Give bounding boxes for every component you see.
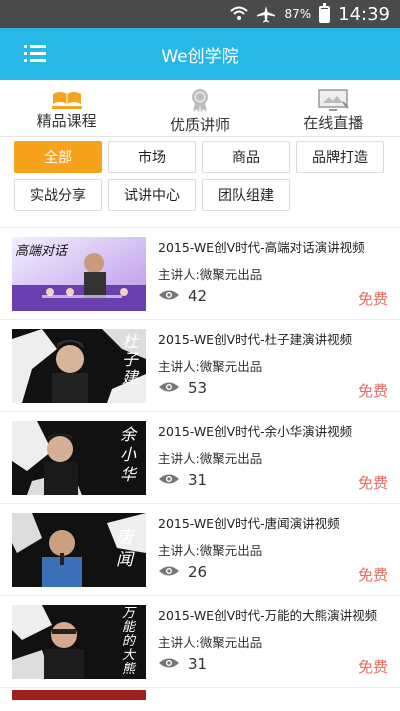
menu-icon[interactable] xyxy=(24,44,46,64)
course-item[interactable]: 高端对话 2015-WE创V时代-高端对话演讲视频 主讲人:微聚元出品 42 免… xyxy=(0,228,400,320)
filter-chips: 全部 市场 商品 品牌打造 实战分享 试讲中心 团队组建 xyxy=(0,141,400,217)
course-item[interactable]: 万能的大熊 2015-WE创V时代-万能的大熊演讲视频 主讲人:微聚元出品 31… xyxy=(0,596,400,688)
view-count: 42 xyxy=(158,287,388,305)
category-nav: 精品课程 优质讲师 在线直播 xyxy=(0,80,400,136)
course-thumbnail: 高端对话 xyxy=(12,236,146,311)
category-label: 精品课程 xyxy=(36,112,97,130)
thumbnail-caption: 万能的大熊 xyxy=(122,605,136,677)
price-label: 免费 xyxy=(357,381,388,400)
filter-chip-branding[interactable]: 品牌打造 xyxy=(296,141,384,173)
battery-icon xyxy=(319,2,331,23)
price-label: 免费 xyxy=(357,657,388,676)
course-title: 2015-WE创V时代-余小华演讲视频 xyxy=(158,423,353,439)
thumbnail-caption: 杜子建 xyxy=(122,331,139,387)
course-title: 2015-WE创V时代-高端对话演讲视频 xyxy=(158,239,365,255)
course-title: 2015-WE创V时代-杜子建演讲视频 xyxy=(158,331,353,347)
course-title: 2015-WE创V时代-唐闻演讲视频 xyxy=(158,515,340,531)
filter-chip-trial[interactable]: 试讲中心 xyxy=(108,179,196,211)
course-info: 2015-WE创V时代-万能的大熊演讲视频 主讲人:微聚元出品 31 免费 xyxy=(158,605,388,679)
filter-row: 实战分享 试讲中心 团队组建 xyxy=(14,179,386,211)
course-speaker: 主讲人:微聚元出品 xyxy=(158,542,263,558)
course-speaker: 主讲人:微聚元出品 xyxy=(158,450,263,466)
course-info: 2015-WE创V时代-唐闻演讲视频 主讲人:微聚元出品 26 免费 xyxy=(158,513,388,587)
course-thumbnail: 杜子建 xyxy=(12,328,146,403)
course-title: 2015-WE创V时代-万能的大熊演讲视频 xyxy=(158,607,378,623)
filter-chip-all[interactable]: 全部 xyxy=(14,141,102,173)
app-bar: We创学院 xyxy=(0,28,400,80)
category-label: 优质讲师 xyxy=(169,116,230,134)
books-icon xyxy=(51,88,83,110)
course-speaker: 主讲人:微聚元出品 xyxy=(158,634,263,650)
status-bar: 87% 14:39 xyxy=(0,0,400,28)
divider xyxy=(0,136,400,137)
thumbnail-caption: 唐闻 xyxy=(116,527,133,570)
price-label: 免费 xyxy=(357,289,388,308)
view-count-value: 31 xyxy=(188,470,208,489)
course-item[interactable]: 唐闻 2015-WE创V时代-唐闻演讲视频 主讲人:微聚元出品 26 免费 xyxy=(0,504,400,596)
view-count: 31 xyxy=(158,471,388,489)
price-label: 免费 xyxy=(357,473,388,492)
price-label: 免费 xyxy=(357,565,388,584)
course-thumbnail: 万能的大熊 xyxy=(12,604,146,679)
filter-chip-market[interactable]: 市场 xyxy=(108,141,196,173)
course-item[interactable]: 杜子建 2015-WE创V时代-杜子建演讲视频 主讲人:微聚元出品 53 免费 xyxy=(0,320,400,412)
eye-icon xyxy=(158,287,180,305)
view-count: 26 xyxy=(158,563,388,581)
wifi-icon xyxy=(230,6,249,22)
course-list: 高端对话 2015-WE创V时代-高端对话演讲视频 主讲人:微聚元出品 42 免… xyxy=(0,227,400,700)
thumbnail-caption: 高端对话 xyxy=(15,243,68,259)
course-thumbnail: 唐闻 xyxy=(12,512,146,587)
course-thumbnail: 余小华 xyxy=(12,420,146,495)
eye-icon xyxy=(158,471,180,489)
medal-icon xyxy=(189,88,211,114)
next-course-thumbnail-peek xyxy=(12,690,146,700)
clock: 14:39 xyxy=(338,3,390,25)
page-title: We创学院 xyxy=(161,46,239,67)
category-courses[interactable]: 精品课程 xyxy=(7,88,127,130)
view-count: 31 xyxy=(158,655,388,673)
airplane-mode-icon xyxy=(256,5,276,23)
course-speaker: 主讲人:微聚元出品 xyxy=(158,358,263,374)
view-count: 53 xyxy=(158,379,388,397)
category-teachers[interactable]: 优质讲师 xyxy=(140,88,260,134)
view-count-value: 26 xyxy=(188,562,208,581)
filter-row: 全部 市场 商品 品牌打造 xyxy=(14,141,386,173)
course-info: 2015-WE创V时代-余小华演讲视频 主讲人:微聚元出品 31 免费 xyxy=(158,421,388,495)
course-speaker: 主讲人:微聚元出品 xyxy=(158,266,263,282)
eye-icon xyxy=(158,379,180,397)
thumbnail-caption: 余小华 xyxy=(120,424,137,484)
filter-chip-team[interactable]: 团队组建 xyxy=(202,179,290,211)
battery-percent: 87% xyxy=(284,7,312,21)
view-count-value: 53 xyxy=(188,378,208,397)
course-item[interactable]: 余小华 2015-WE创V时代-余小华演讲视频 主讲人:微聚元出品 31 免费 xyxy=(0,412,400,504)
filter-chip-goods[interactable]: 商品 xyxy=(202,141,290,173)
eye-icon xyxy=(158,563,180,581)
course-info: 2015-WE创V时代-杜子建演讲视频 主讲人:微聚元出品 53 免费 xyxy=(158,329,388,403)
category-label: 在线直播 xyxy=(303,114,364,132)
eye-icon xyxy=(158,655,180,673)
view-count-value: 42 xyxy=(188,286,208,305)
filter-chip-practice[interactable]: 实战分享 xyxy=(14,179,102,211)
category-live[interactable]: 在线直播 xyxy=(273,88,393,132)
live-screen-icon xyxy=(317,88,350,112)
course-info: 2015-WE创V时代-高端对话演讲视频 主讲人:微聚元出品 42 免费 xyxy=(158,237,388,311)
view-count-value: 31 xyxy=(188,654,208,673)
